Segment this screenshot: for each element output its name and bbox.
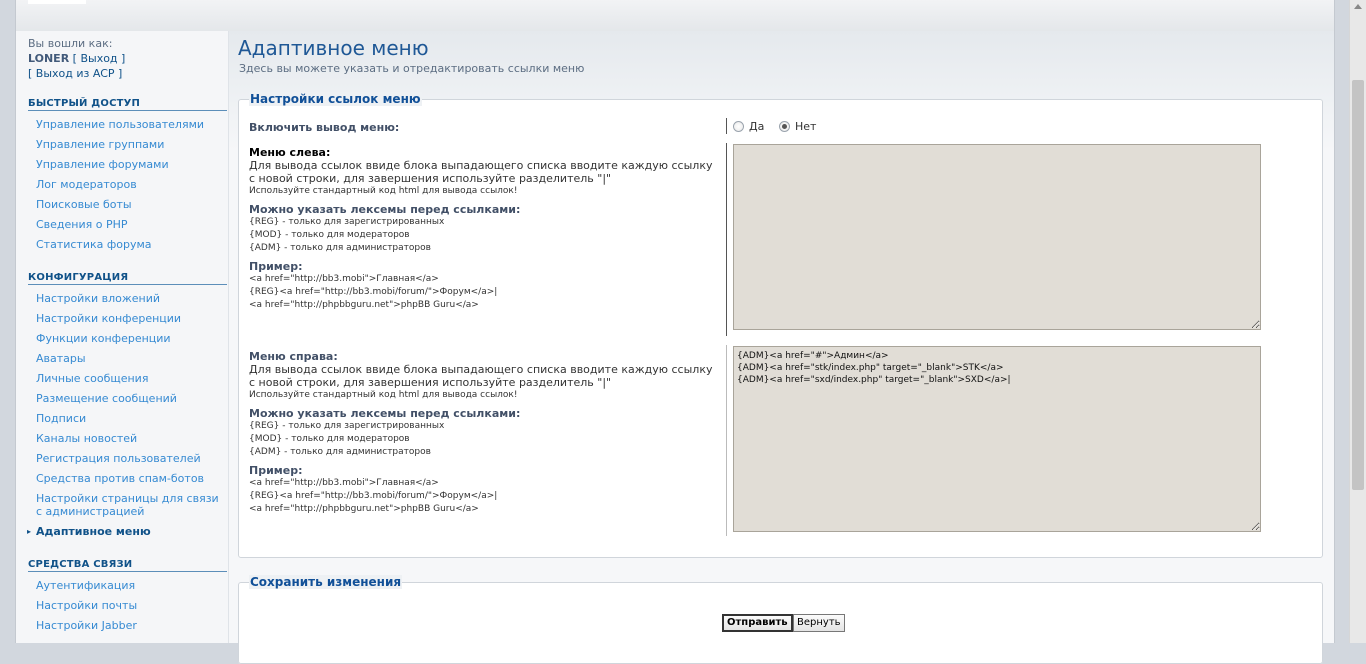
settings-legend: Настройки ссылок меню bbox=[249, 92, 422, 106]
enable-menu-label: Включить вывод меню: bbox=[249, 121, 400, 134]
left-menu-note: Используйте стандартный код html для выв… bbox=[249, 186, 518, 196]
right-menu-desc: Для вывода ссылок ввиде блока выпадающег… bbox=[249, 363, 713, 389]
right-example-2: <a href="http://phpbbguru.net">phpBB Gur… bbox=[249, 504, 479, 514]
sidebar-item-contact-page[interactable]: Настройки страницы для связи с администр… bbox=[28, 489, 227, 522]
left-menu-textarea[interactable] bbox=[733, 144, 1261, 330]
comm-heading: СРЕДСТВА СВЯЗИ bbox=[28, 559, 227, 572]
sidebar-item-auth[interactable]: Аутентификация bbox=[28, 576, 227, 596]
left-menu-title: Меню слева: bbox=[249, 146, 331, 159]
page-container: Вы вошли как: LONER [ Выход ] [ Выход из… bbox=[15, 0, 1335, 664]
sidebar-item-php-info[interactable]: Сведения о PHP bbox=[28, 215, 227, 235]
sidebar-item-feeds[interactable]: Каналы новостей bbox=[28, 429, 227, 449]
sidebar-item-email[interactable]: Настройки почты bbox=[28, 596, 227, 616]
logout-acp-link[interactable]: [ Выход из ACP ] bbox=[28, 67, 122, 80]
sidebar-item-registration[interactable]: Регистрация пользователей bbox=[28, 449, 227, 469]
left-lex-2: {ADM} - только для администраторов bbox=[249, 243, 431, 253]
right-menu-title: Меню справа: bbox=[249, 350, 338, 363]
left-example-0: <a href="http://bb3.mobi">Главная</a> bbox=[249, 274, 439, 284]
divider bbox=[726, 143, 727, 336]
right-menu-textarea[interactable]: {ADM}<a href="#">Админ</a> {ADM}<a href=… bbox=[733, 346, 1261, 532]
divider bbox=[726, 118, 727, 134]
sidebar-item-anti-spam[interactable]: Средства против спам-ботов bbox=[28, 469, 227, 489]
left-menu-desc: Для вывода ссылок ввиде блока выпадающег… bbox=[249, 159, 713, 185]
save-legend: Сохранить изменения bbox=[249, 575, 403, 589]
sidebar-item-avatars[interactable]: Аватары bbox=[28, 349, 227, 369]
sidebar: Вы вошли как: LONER [ Выход ] [ Выход из… bbox=[16, 31, 229, 643]
logout-link[interactable]: [ Выход ] bbox=[73, 52, 126, 65]
sidebar-item-adaptive-menu[interactable]: Адаптивное меню bbox=[27, 522, 227, 542]
right-menu-note: Используйте стандартный код html для выв… bbox=[249, 390, 518, 400]
config-section: КОНФИГУРАЦИЯ Настройки вложений Настройк… bbox=[27, 272, 227, 542]
sidebar-item-attachments[interactable]: Настройки вложений bbox=[28, 289, 227, 309]
right-menu-help: Меню справа: Для вывода ссылок ввиде бло… bbox=[249, 350, 721, 516]
left-lex-1: {MOD} - только для модераторов bbox=[249, 230, 410, 240]
sidebar-item-jabber[interactable]: Настройки Jabber bbox=[28, 616, 227, 636]
main-content: Адаптивное меню Здесь вы можете указать … bbox=[229, 31, 1334, 664]
left-example-1: {REG}<a href="http://bb3.mobi/forum/">Фо… bbox=[249, 287, 498, 297]
sidebar-item-board-features[interactable]: Функции конференции bbox=[28, 329, 227, 349]
comm-section: СРЕДСТВА СВЯЗИ Аутентификация Настройки … bbox=[28, 559, 227, 636]
right-example-title: Пример: bbox=[249, 464, 303, 477]
right-lex-1: {MOD} - только для модераторов bbox=[249, 434, 410, 444]
top-tab bbox=[28, 0, 86, 4]
quick-access-heading: БЫСТРЫЙ ДОСТУП bbox=[28, 98, 227, 111]
sidebar-item-search-bots[interactable]: Поисковые боты bbox=[28, 195, 227, 215]
left-lex-title: Можно указать лексемы перед ссылками: bbox=[249, 203, 521, 216]
radio-no-label: Нет bbox=[795, 120, 817, 133]
sidebar-item-private-messages[interactable]: Личные сообщения bbox=[28, 369, 227, 389]
radio-yes[interactable]: Да bbox=[733, 120, 764, 133]
scrollbar-thumb[interactable] bbox=[1352, 80, 1364, 490]
reset-button[interactable]: Вернуть bbox=[793, 614, 845, 632]
right-lex-title: Можно указать лексемы перед ссылками: bbox=[249, 407, 521, 420]
settings-fieldset: Настройки ссылок меню Включить вывод мен… bbox=[238, 92, 1323, 558]
top-bar bbox=[16, 0, 1334, 32]
sidebar-item-manage-users[interactable]: Управление пользователями bbox=[28, 115, 227, 135]
quick-access-section: БЫСТРЫЙ ДОСТУП Управление пользователями… bbox=[28, 98, 227, 255]
login-info: Вы вошли как: LONER [ Выход ] [ Выход из… bbox=[28, 36, 125, 81]
save-fieldset: Сохранить изменения Отправить Вернуть bbox=[238, 575, 1323, 664]
login-label: Вы вошли как: bbox=[28, 37, 113, 50]
page-title: Адаптивное меню bbox=[238, 36, 429, 60]
sidebar-item-manage-forums[interactable]: Управление форумами bbox=[28, 155, 227, 175]
right-example-0: <a href="http://bb3.mobi">Главная</a> bbox=[249, 478, 439, 488]
radio-no[interactable]: Нет bbox=[779, 120, 816, 133]
left-lex-0: {REG} - только для зарегистрированных bbox=[249, 217, 445, 227]
sidebar-item-posting[interactable]: Размещение сообщений bbox=[28, 389, 227, 409]
submit-button[interactable]: Отправить bbox=[722, 614, 793, 632]
radio-yes-label: Да bbox=[749, 120, 765, 133]
radio-no-circle[interactable] bbox=[779, 121, 790, 132]
scroll-up-arrow-icon[interactable] bbox=[1354, 4, 1362, 9]
sidebar-item-board-settings[interactable]: Настройки конференции bbox=[28, 309, 227, 329]
radio-yes-circle[interactable] bbox=[733, 121, 744, 132]
right-lex-0: {REG} - только для зарегистрированных bbox=[249, 421, 445, 431]
sidebar-item-mod-log[interactable]: Лог модераторов bbox=[28, 175, 227, 195]
config-heading: КОНФИГУРАЦИЯ bbox=[28, 272, 227, 285]
username: LONER bbox=[28, 52, 70, 65]
sidebar-item-manage-groups[interactable]: Управление группами bbox=[28, 135, 227, 155]
sidebar-item-signatures[interactable]: Подписи bbox=[28, 409, 227, 429]
left-menu-help: Меню слева: Для вывода ссылок ввиде блок… bbox=[249, 146, 721, 312]
page-description: Здесь вы можете указать и отредактироват… bbox=[239, 62, 585, 75]
sidebar-item-forum-stats[interactable]: Статистика форума bbox=[28, 235, 227, 255]
right-example-1: {REG}<a href="http://bb3.mobi/forum/">Фо… bbox=[249, 491, 498, 501]
left-example-title: Пример: bbox=[249, 260, 303, 273]
left-example-2: <a href="http://phpbbguru.net">phpBB Gur… bbox=[249, 300, 479, 310]
divider bbox=[726, 345, 727, 536]
right-lex-2: {ADM} - только для администраторов bbox=[249, 447, 431, 457]
scrollbar[interactable] bbox=[1349, 0, 1366, 643]
